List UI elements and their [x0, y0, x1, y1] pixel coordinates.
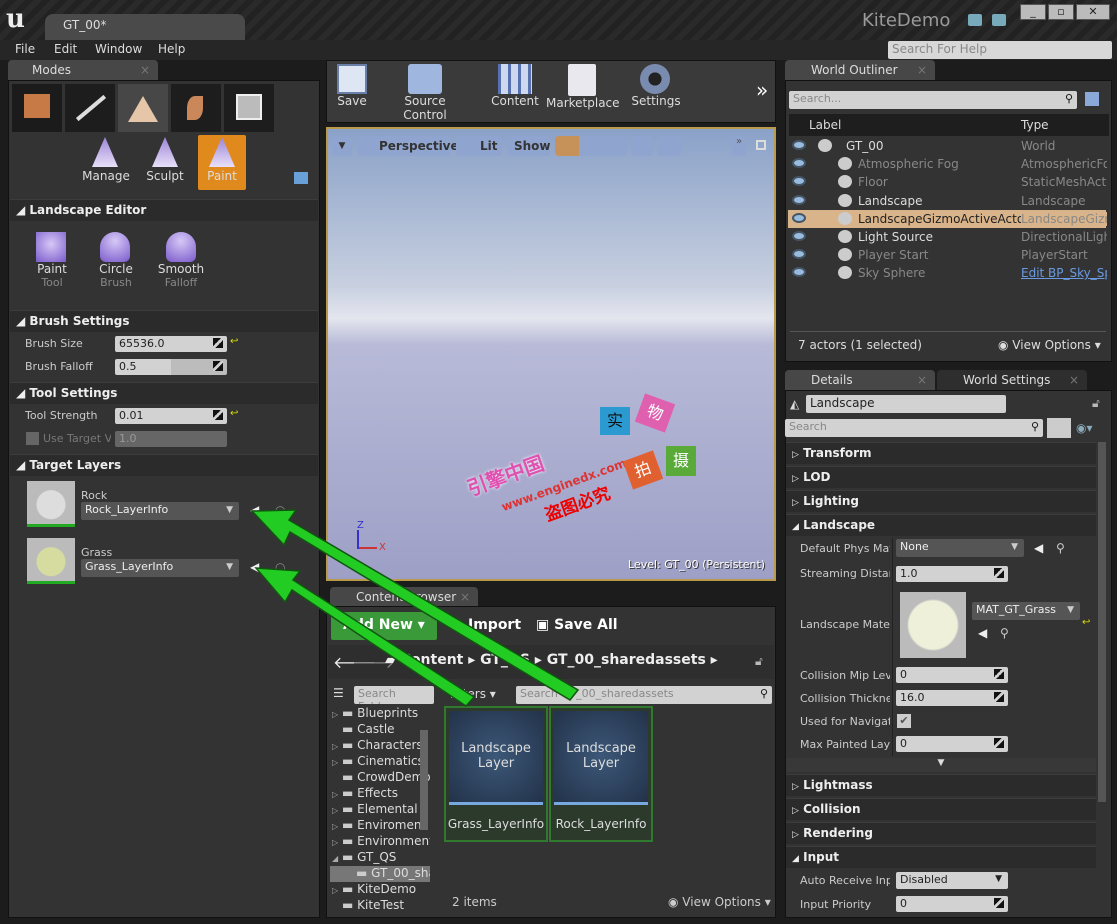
green-arrow: [254, 567, 476, 707]
annotation-arrows: [250, 509, 580, 707]
